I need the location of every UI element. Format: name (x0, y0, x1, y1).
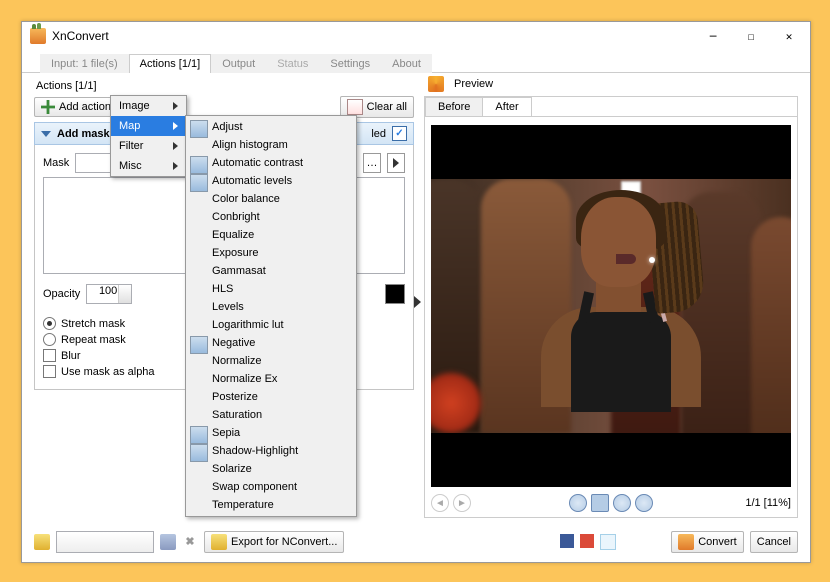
map-item-shadow-highlight[interactable]: Shadow-Highlight (186, 442, 356, 460)
map-item-saturation[interactable]: Saturation (186, 406, 356, 424)
delete-preset-icon[interactable]: ✖ (182, 534, 198, 550)
clear-icon (347, 99, 363, 115)
tab-before[interactable]: Before (425, 97, 483, 116)
cancel-button[interactable]: Cancel (750, 531, 798, 553)
map-item-swap-component[interactable]: Swap component (186, 478, 356, 496)
map-item-posterize[interactable]: Posterize (186, 388, 356, 406)
tab-actions[interactable]: Actions [1/1] (129, 54, 212, 73)
zoom-out-icon[interactable] (613, 494, 631, 512)
tab-output[interactable]: Output (211, 54, 266, 73)
titlebar: XnConvert ─ ☐ ✕ (22, 22, 810, 50)
action-item-name: Add mask (57, 128, 110, 140)
chevron-right-icon (173, 162, 178, 170)
map-item-logarithmic-lut[interactable]: Logarithmic lut (186, 316, 356, 334)
map-item-gammasat[interactable]: Gammasat (186, 262, 356, 280)
collapse-icon (41, 131, 51, 137)
enabled-checkbox[interactable]: ✓ (392, 126, 407, 141)
twitter-icon[interactable] (600, 534, 616, 550)
map-item-automatic-levels[interactable]: Automatic levels (186, 172, 356, 190)
photo-content (431, 179, 791, 432)
radio-icon (43, 333, 56, 346)
app-icon (30, 28, 46, 44)
add-action-label: Add action> (59, 101, 117, 113)
convert-icon (678, 534, 694, 550)
enabled-label: led (371, 128, 386, 140)
window-controls: ─ ☐ ✕ (700, 26, 802, 46)
map-item-align-histogram[interactable]: Align histogram (186, 136, 356, 154)
checkbox-icon (43, 349, 56, 362)
page-info: 1/1 [11%] (745, 497, 791, 509)
plus-icon (41, 100, 55, 114)
map-item-automatic-contrast[interactable]: Automatic contrast (186, 154, 356, 172)
zoom-fit-icon[interactable] (591, 494, 609, 512)
preview-footer: ◄ ► 1/1 [11%] (431, 493, 791, 513)
convert-button[interactable]: Convert (671, 531, 744, 553)
export-icon (211, 534, 227, 550)
tab-after[interactable]: After (482, 97, 531, 116)
chevron-right-icon (173, 102, 178, 110)
map-item-conbright[interactable]: Conbright (186, 208, 356, 226)
facebook-icon[interactable] (560, 534, 574, 548)
play-button[interactable] (387, 153, 405, 173)
action-category-menu: Image Map Filter Misc (110, 95, 187, 177)
zoom-in-icon[interactable] (569, 494, 587, 512)
menu-map[interactable]: Map (111, 116, 186, 136)
close-button[interactable]: ✕ (776, 26, 802, 46)
map-item-equalize[interactable]: Equalize (186, 226, 356, 244)
preview-title: Preview (454, 78, 493, 90)
social-links (560, 534, 616, 550)
map-item-solarize[interactable]: Solarize (186, 460, 356, 478)
tab-status[interactable]: Status (266, 54, 319, 73)
tab-input[interactable]: Input: 1 file(s) (40, 54, 129, 73)
map-item-normalize-ex[interactable]: Normalize Ex (186, 370, 356, 388)
map-item-exposure[interactable]: Exposure (186, 244, 356, 262)
open-folder-icon[interactable] (34, 534, 50, 550)
refresh-preview-icon[interactable] (428, 76, 444, 92)
menu-image[interactable]: Image (111, 96, 186, 116)
prev-image-button[interactable]: ◄ (431, 494, 449, 512)
map-item-adjust[interactable]: Adjust (186, 118, 356, 136)
preview-tabs: Before After (425, 97, 797, 117)
mask-label: Mask (43, 157, 69, 169)
window-title: XnConvert (52, 29, 109, 43)
map-item-color-balance[interactable]: Color balance (186, 190, 356, 208)
footer-bar: ✖ Export for NConvert... Convert Cancel (34, 530, 798, 554)
preview-panel: Preview Before After (424, 74, 798, 518)
map-item-normalize[interactable]: Normalize (186, 352, 356, 370)
map-submenu: AdjustAlign histogramAutomatic contrastA… (185, 115, 357, 517)
preset-select[interactable] (56, 531, 154, 553)
play-icon (393, 158, 399, 168)
googleplus-icon[interactable] (580, 534, 594, 548)
save-preset-icon[interactable] (160, 534, 176, 550)
chevron-right-icon (173, 142, 178, 150)
opacity-label: Opacity (43, 288, 80, 300)
zoom-controls (569, 494, 653, 512)
main-tabs: Input: 1 file(s) Actions [1/1] Output St… (22, 50, 810, 73)
zoom-actual-icon[interactable] (635, 494, 653, 512)
color-swatch[interactable] (385, 284, 405, 304)
separator-arrow-icon (414, 296, 421, 308)
map-item-levels[interactable]: Levels (186, 298, 356, 316)
preview-box: Before After (424, 96, 798, 518)
preview-image (431, 125, 791, 487)
minimize-button[interactable]: ─ (700, 26, 726, 46)
map-item-sepia[interactable]: Sepia (186, 424, 356, 442)
map-item-hls[interactable]: HLS (186, 280, 356, 298)
maximize-button[interactable]: ☐ (738, 26, 764, 46)
menu-filter[interactable]: Filter (111, 136, 186, 156)
tab-about[interactable]: About (381, 54, 432, 73)
menu-misc[interactable]: Misc (111, 156, 186, 176)
checkbox-icon (43, 365, 56, 378)
actions-header: Actions [1/1] (36, 80, 414, 92)
export-nconvert-button[interactable]: Export for NConvert... (204, 531, 344, 553)
opacity-spinner[interactable]: 100 (86, 284, 132, 304)
next-image-button[interactable]: ► (453, 494, 471, 512)
tab-settings[interactable]: Settings (319, 54, 381, 73)
map-item-negative[interactable]: Negative (186, 334, 356, 352)
radio-icon (43, 317, 56, 330)
clear-all-label: Clear all (367, 101, 407, 113)
browse-button[interactable]: … (363, 153, 381, 173)
chevron-right-icon (173, 122, 178, 130)
map-item-temperature[interactable]: Temperature (186, 496, 356, 514)
